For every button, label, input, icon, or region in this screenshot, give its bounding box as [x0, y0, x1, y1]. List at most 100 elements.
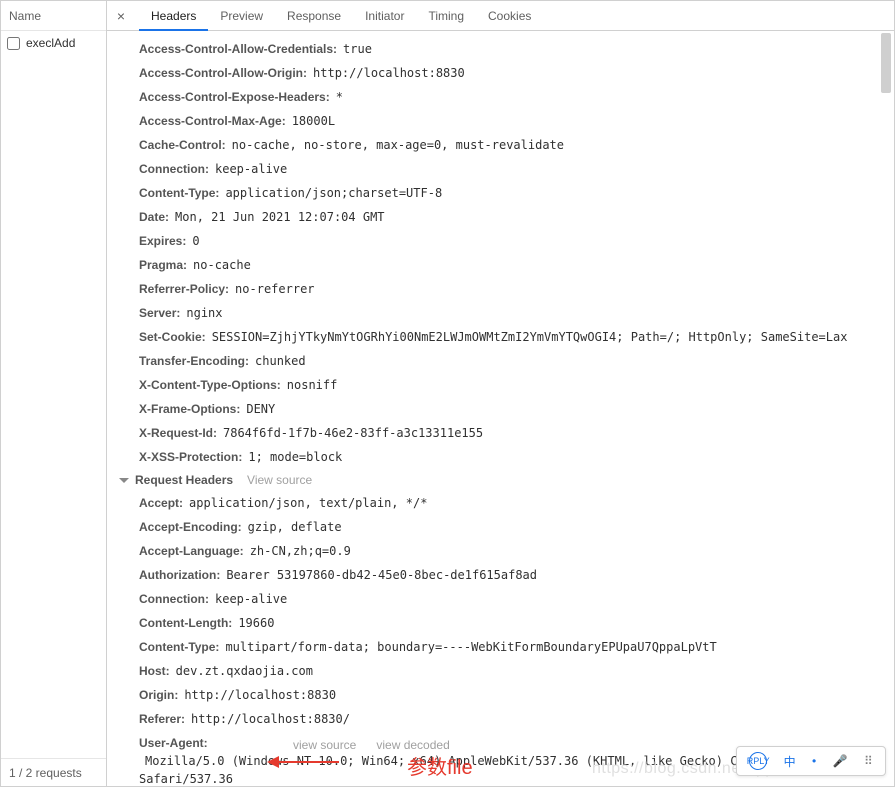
- header-row: X-XSS-Protection: 1; mode=block: [107, 445, 894, 469]
- hdr-value: 1; mode=block: [248, 448, 342, 466]
- hdr-key: Connection:: [139, 590, 209, 608]
- header-row: Access-Control-Allow-Credentials: true: [107, 37, 894, 61]
- lang-toggle[interactable]: 中: [784, 753, 796, 770]
- hdr-key: X-XSS-Protection:: [139, 448, 242, 466]
- hdr-key: Origin:: [139, 686, 178, 704]
- header-row: X-Request-Id: 7864f6fd-1f7b-46e2-83ff-a3c…: [107, 421, 894, 445]
- chevron-down-icon: [119, 478, 129, 483]
- header-row: Origin: http://localhost:8830: [107, 683, 894, 707]
- network-request-list: Name execlAdd 1 / 2 requests: [1, 1, 107, 786]
- view-decoded-link[interactable]: view decoded: [376, 738, 449, 752]
- hdr-value: no-cache: [193, 256, 251, 274]
- request-checkbox[interactable]: [7, 37, 20, 50]
- floating-toolbar: RPLY 中 • 🎤 ⠿: [736, 746, 886, 776]
- tab-preview[interactable]: Preview: [208, 1, 275, 31]
- hdr-key: Access-Control-Max-Age:: [139, 112, 286, 130]
- column-header-name[interactable]: Name: [1, 1, 106, 31]
- hdr-value: gzip, deflate: [248, 518, 342, 536]
- view-source-link[interactable]: view source: [293, 738, 356, 752]
- hdr-key: Cache-Control:: [139, 136, 226, 154]
- mic-icon[interactable]: 🎤: [833, 754, 848, 768]
- tab-headers[interactable]: Headers: [139, 1, 208, 31]
- hdr-key: X-Request-Id:: [139, 424, 217, 442]
- hdr-value: keep-alive: [215, 590, 287, 608]
- scrollbar[interactable]: [880, 33, 892, 784]
- requests-counter: 1 / 2 requests: [1, 758, 106, 786]
- dot-icon[interactable]: •: [812, 754, 816, 768]
- header-row: Connection:keep-alive: [107, 157, 894, 181]
- hdr-value: 18000L: [292, 112, 335, 130]
- hdr-key: Access-Control-Allow-Origin:: [139, 64, 307, 82]
- header-row: Content-Type: multipart/form-data; bounda…: [107, 635, 894, 659]
- scrollbar-thumb[interactable]: [881, 33, 891, 93]
- hdr-value: 7864f6fd-1f7b-46e2-83ff-a3c13311e155: [223, 424, 483, 442]
- view-source-link[interactable]: View source: [247, 473, 312, 487]
- hdr-value: application/json;charset=UTF-8: [225, 184, 442, 202]
- hdr-value: http://localhost:8830: [184, 686, 336, 704]
- hdr-key: Pragma:: [139, 256, 187, 274]
- hdr-key: Server:: [139, 304, 180, 322]
- hdr-value: no-referrer: [235, 280, 314, 298]
- hdr-value: 19660: [238, 614, 274, 632]
- grid-icon[interactable]: ⠿: [864, 754, 873, 768]
- header-row: Content-Length: 19660: [107, 611, 894, 635]
- header-row: Accept-Encoding:gzip, deflate: [107, 515, 894, 539]
- annotation-arrow: [267, 756, 339, 768]
- request-name: execlAdd: [26, 31, 75, 55]
- header-row: Access-Control-Allow-Origin: http://local…: [107, 61, 894, 85]
- hdr-key: Accept-Language:: [139, 542, 244, 560]
- hdr-key: Accept:: [139, 494, 183, 512]
- header-row: Host: dev.zt.qxdaojia.com: [107, 659, 894, 683]
- request-row[interactable]: execlAdd: [1, 31, 106, 55]
- header-row: Access-Control-Expose-Headers:*: [107, 85, 894, 109]
- header-row: Expires:0: [107, 229, 894, 253]
- tab-initiator[interactable]: Initiator: [353, 1, 416, 31]
- hdr-key: Set-Cookie:: [139, 328, 206, 346]
- hdr-key: Content-Length:: [139, 614, 232, 632]
- hdr-key: Referer:: [139, 710, 185, 728]
- header-row: Referrer-Policy:no-referrer: [107, 277, 894, 301]
- hdr-value: application/json, text/plain, */*: [189, 494, 427, 512]
- header-row: Content-Type: application/json;charset=UT…: [107, 181, 894, 205]
- header-row: Cache-Control: no-cache, no-store, max-ag…: [107, 133, 894, 157]
- request-headers-section[interactable]: Request Headers View source: [107, 469, 894, 491]
- headers-body: Access-Control-Allow-Credentials:trueAcc…: [107, 31, 894, 786]
- hdr-value: http://localhost:8830: [313, 64, 465, 82]
- annotation-text: 参数file: [407, 751, 473, 780]
- hdr-key: X-Frame-Options:: [139, 400, 240, 418]
- tab-response[interactable]: Response: [275, 1, 353, 31]
- section-title: Request Headers: [135, 473, 233, 487]
- hdr-value: chunked: [255, 352, 306, 370]
- header-row: Date: Mon, 21 Jun 2021 12:07:04 GMT: [107, 205, 894, 229]
- header-row: Transfer-Encoding:chunked: [107, 349, 894, 373]
- detail-tabs: × Headers Preview Response Initiator Tim…: [107, 1, 894, 31]
- header-row: Set-Cookie:SESSION=ZjhjYTkyNmYtOGRhYi00N…: [107, 325, 894, 349]
- hdr-key: Access-Control-Expose-Headers:: [139, 88, 330, 106]
- hdr-value: Mon, 21 Jun 2021 12:07:04 GMT: [175, 208, 385, 226]
- header-row: Authorization:Bearer 53197860-db42-45e0-…: [107, 563, 894, 587]
- hdr-key: Host:: [139, 662, 170, 680]
- hdr-value: 0: [192, 232, 199, 250]
- header-row: Connection: keep-alive: [107, 587, 894, 611]
- hdr-key: Date:: [139, 208, 169, 226]
- close-icon[interactable]: ×: [113, 8, 129, 24]
- hdr-value: dev.zt.qxdaojia.com: [176, 662, 313, 680]
- hdr-value: zh-CN,zh;q=0.9: [250, 542, 351, 560]
- tab-cookies[interactable]: Cookies: [476, 1, 543, 31]
- header-row: Access-Control-Max-Age: 18000L: [107, 109, 894, 133]
- replay-icon[interactable]: RPLY: [749, 752, 767, 770]
- hdr-key: Content-Type:: [139, 638, 219, 656]
- header-row: X-Frame-Options:DENY: [107, 397, 894, 421]
- tab-timing[interactable]: Timing: [416, 1, 476, 31]
- hdr-value: Bearer 53197860-db42-45e0-8bec-de1f615af…: [226, 566, 537, 584]
- hdr-key: X-Content-Type-Options:: [139, 376, 281, 394]
- header-row: Server:nginx: [107, 301, 894, 325]
- hdr-value: nosniff: [287, 376, 338, 394]
- hdr-key: Access-Control-Allow-Credentials:: [139, 40, 337, 58]
- hdr-value: multipart/form-data; boundary=----WebKit…: [225, 638, 716, 656]
- hdr-value: true: [343, 40, 372, 58]
- hdr-key: User-Agent:: [139, 734, 208, 752]
- hdr-key: Content-Type:: [139, 184, 219, 202]
- hdr-value: no-cache, no-store, max-age=0, must-reva…: [232, 136, 564, 154]
- header-row: Pragma: no-cache: [107, 253, 894, 277]
